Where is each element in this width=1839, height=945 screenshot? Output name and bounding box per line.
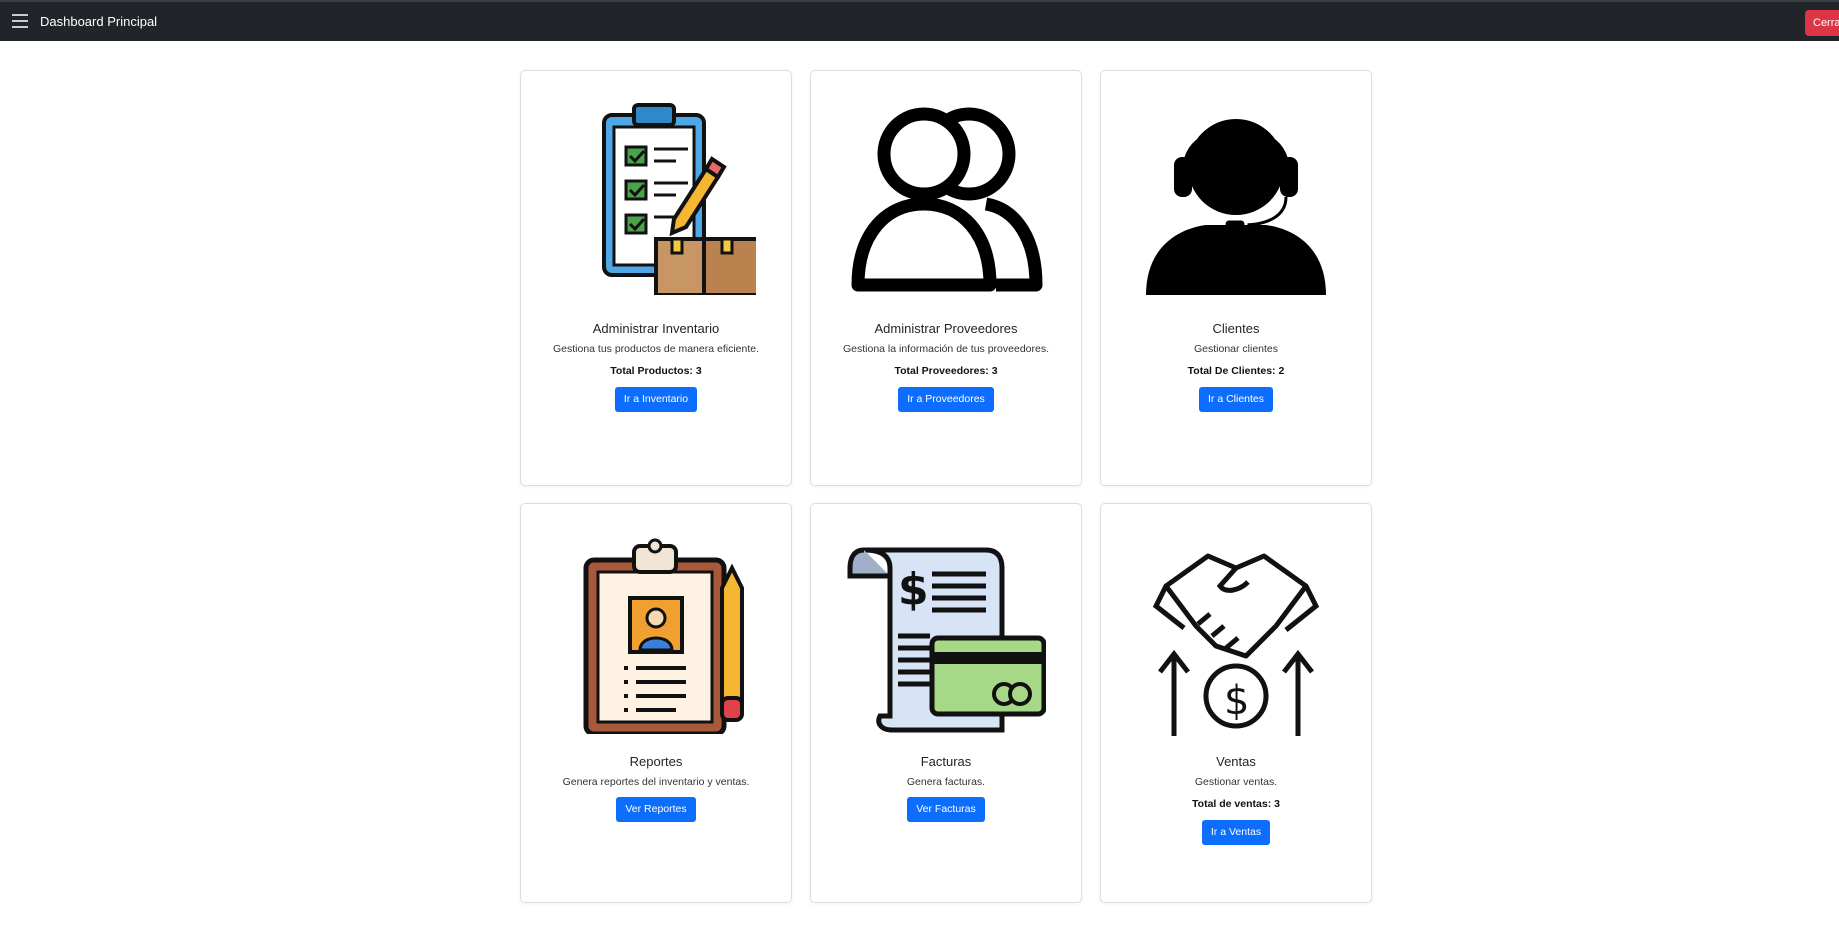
- card-inventario: Administrar Inventario Gestiona tus prod…: [520, 70, 792, 486]
- headset-agent-icon: [1136, 99, 1336, 295]
- card-total: Total de ventas: 3: [1192, 798, 1280, 810]
- logout-button[interactable]: Cerrar: [1805, 10, 1839, 36]
- card-facturas: $ Facturas Genera facturas. Ver Facturas: [810, 503, 1082, 903]
- suppliers-button[interactable]: Ir a Proveedores: [898, 387, 994, 412]
- card-title: Administrar Proveedores: [874, 321, 1018, 336]
- card-total: Total Productos: 3: [610, 365, 702, 377]
- card-title: Ventas: [1216, 754, 1256, 769]
- card-total: Total Proveedores: 3: [894, 365, 998, 377]
- svg-text:$: $: [898, 564, 929, 615]
- card-title: Reportes: [629, 754, 683, 769]
- users-icon: [846, 99, 1046, 295]
- card-description: Genera facturas.: [906, 776, 986, 788]
- card-description: Gestiona la información de tus proveedor…: [842, 343, 1050, 355]
- card-title: Facturas: [920, 754, 972, 769]
- inventory-clipboard-icon: [556, 99, 756, 295]
- navbar-brand[interactable]: Dashboard Principal: [40, 14, 157, 29]
- inventory-button[interactable]: Ir a Inventario: [614, 387, 698, 412]
- card-proveedores: Administrar Proveedores Gestiona la info…: [810, 70, 1082, 486]
- card-description: Gestionar clientes: [1193, 343, 1279, 355]
- menu-toggle-icon[interactable]: [10, 11, 30, 31]
- top-navbar: Dashboard Principal Cerrar: [0, 0, 1839, 41]
- sales-button[interactable]: Ir a Ventas: [1201, 820, 1271, 845]
- card-clientes: Clientes Gestionar clientes Total De Cli…: [1100, 70, 1372, 486]
- card-description: Gestionar ventas.: [1194, 776, 1278, 788]
- clients-button[interactable]: Ir a Clientes: [1198, 387, 1274, 412]
- invoices-button[interactable]: Ver Facturas: [907, 797, 985, 822]
- invoice-icon: $: [846, 540, 1046, 736]
- card-total: Total De Clientes: 2: [1187, 365, 1285, 377]
- svg-text:$: $: [1224, 678, 1249, 724]
- reports-button[interactable]: Ver Reportes: [616, 797, 696, 822]
- card-reportes: Reportes Genera reportes del inventario …: [520, 503, 792, 903]
- card-title: Clientes: [1212, 321, 1260, 336]
- card-title: Administrar Inventario: [592, 321, 720, 336]
- card-ventas: $ Ventas Gestionar ventas. Total de vent…: [1100, 503, 1372, 903]
- card-description: Genera reportes del inventario y ventas.: [562, 776, 750, 788]
- report-clipboard-icon: [556, 538, 756, 734]
- card-description: Gestiona tus productos de manera eficien…: [552, 343, 760, 355]
- handshake-sales-icon: $: [1136, 546, 1336, 742]
